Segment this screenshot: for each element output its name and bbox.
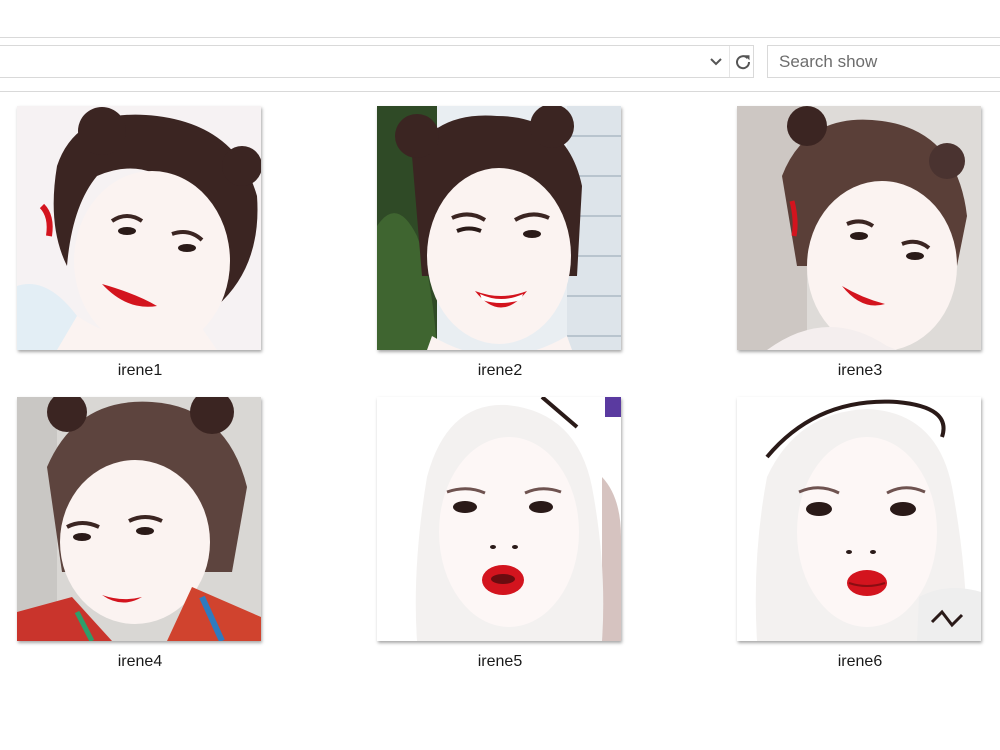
image-thumbnail	[377, 106, 621, 350]
file-name: irene2	[477, 362, 523, 379]
file-name: irene5	[477, 653, 523, 670]
file-grid: irene1 irene2 irene3 irene4 irene5 irene…	[0, 92, 1000, 750]
file-name: irene6	[837, 653, 883, 670]
toolbar-divider-top	[0, 37, 1000, 38]
refresh-button[interactable]	[729, 46, 755, 77]
file-item[interactable]: irene2	[377, 92, 623, 382]
address-history-dropdown-button[interactable]	[703, 46, 729, 77]
file-item[interactable]: irene4	[17, 383, 263, 673]
search-box[interactable]	[767, 45, 1000, 78]
chevron-down-icon	[710, 57, 722, 65]
file-name: irene3	[837, 362, 883, 379]
image-thumbnail	[737, 106, 981, 350]
file-item[interactable]: irene1	[17, 92, 263, 382]
image-thumbnail	[17, 106, 261, 350]
search-input[interactable]	[768, 46, 999, 77]
file-name: irene4	[117, 653, 163, 670]
file-name: irene1	[117, 362, 163, 379]
file-item[interactable]: irene5	[377, 383, 623, 673]
address-bar[interactable]	[0, 45, 754, 78]
file-item[interactable]: irene6	[737, 383, 983, 673]
image-thumbnail	[377, 397, 621, 641]
image-thumbnail	[17, 397, 261, 641]
file-item[interactable]: irene3	[737, 92, 983, 382]
explorer-toolbar	[0, 0, 1000, 92]
refresh-icon	[735, 54, 750, 69]
image-thumbnail	[737, 397, 981, 641]
